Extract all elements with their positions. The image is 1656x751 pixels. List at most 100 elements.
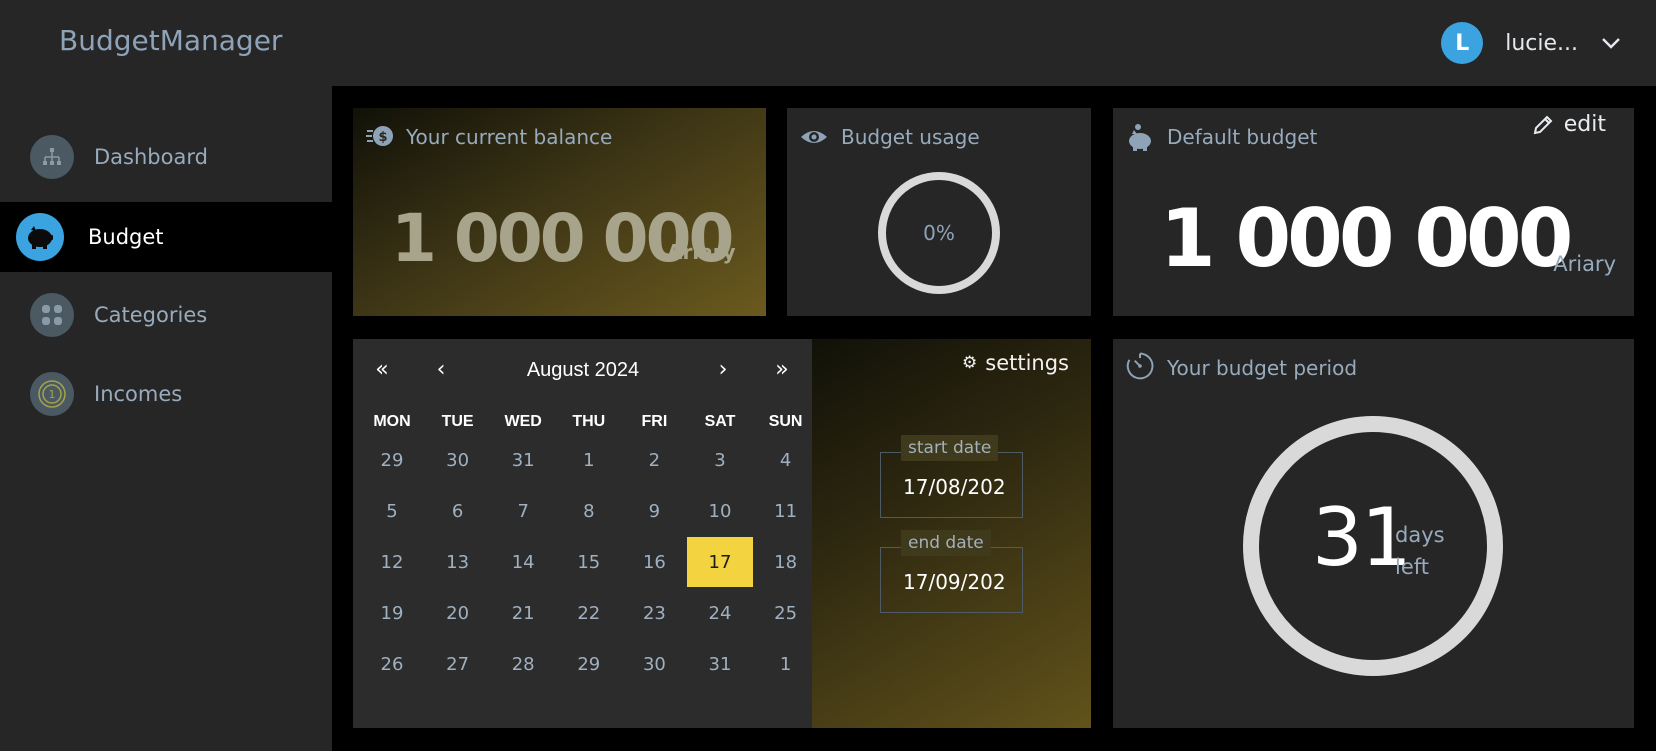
calendar-day[interactable]: 30 xyxy=(621,639,687,689)
default-budget-amount: 1 000 000 xyxy=(1160,192,1573,285)
calendar-day[interactable]: 13 xyxy=(425,537,491,587)
sidebar-item-categories[interactable]: Categories xyxy=(0,280,332,350)
settings-button[interactable]: ⚙ settings xyxy=(962,351,1069,375)
calendar-day[interactable]: 4 xyxy=(753,435,819,485)
usage-title: Budget usage xyxy=(841,125,980,149)
calendar-day[interactable]: 23 xyxy=(621,588,687,638)
calendar-day[interactable]: 8 xyxy=(556,486,622,536)
calendar-day[interactable]: 2 xyxy=(621,435,687,485)
calendar-day[interactable]: 6 xyxy=(425,486,491,536)
weekday-label: FRI xyxy=(641,413,668,430)
balance-title: Your current balance xyxy=(406,125,613,149)
start-date-field[interactable]: start date 17/08/202 xyxy=(880,435,1023,518)
date-range-panel: ⚙ settings start date 17/08/202 end date… xyxy=(812,339,1091,728)
edit-label: edit xyxy=(1563,112,1606,137)
chevron-down-icon[interactable] xyxy=(1600,32,1622,54)
calendar-day[interactable]: 26 xyxy=(359,639,425,689)
next-month-button[interactable]: › xyxy=(708,357,738,382)
sidebar-item-incomes[interactable]: 1 Incomes xyxy=(0,359,332,429)
calendar-day[interactable]: 30 xyxy=(425,435,491,485)
calendar-day-selected[interactable]: 17 xyxy=(687,537,753,587)
settings-label: settings xyxy=(985,351,1069,375)
calendar-day[interactable]: 9 xyxy=(621,486,687,536)
prev-year-button[interactable]: « xyxy=(367,357,397,382)
calendar-day[interactable]: 10 xyxy=(687,486,753,536)
budget-period-card: Your budget period 31 days left xyxy=(1113,339,1634,728)
edit-button[interactable]: edit xyxy=(1532,112,1606,137)
balance-card: $ Your current balance 1 000 000 Ariary xyxy=(353,108,766,316)
sidebar-item-label: Incomes xyxy=(94,382,183,406)
svg-text:$: $ xyxy=(378,130,387,145)
days-left-unit: days left xyxy=(1395,519,1445,583)
calendar-day[interactable]: 25 xyxy=(753,588,819,638)
calendar-month-title[interactable]: August 2024 xyxy=(473,359,693,382)
calendar-day[interactable]: 20 xyxy=(425,588,491,638)
calendar-header: « ‹ August 2024 › » xyxy=(353,353,812,393)
coin-icon: 1 xyxy=(30,372,74,416)
calendar-day[interactable]: 11 xyxy=(753,486,819,536)
sidebar: Dashboard Budget Categories 1 Incomes xyxy=(0,86,332,751)
calendar-day[interactable]: 28 xyxy=(490,639,556,689)
calendar: « ‹ August 2024 › » MON TUE WED THU FRI SAT SU… xyxy=(353,339,812,728)
top-bar: BudgetManager L lucie... xyxy=(0,0,1656,86)
svg-text:1: 1 xyxy=(49,388,56,401)
calendar-day[interactable]: 14 xyxy=(490,537,556,587)
calendar-day[interactable]: 12 xyxy=(359,537,425,587)
calendar-day[interactable]: 31 xyxy=(687,639,753,689)
sitemap-icon xyxy=(30,135,74,179)
usage-percent: 0% xyxy=(923,221,955,245)
calendar-day[interactable]: 1 xyxy=(556,435,622,485)
categories-icon xyxy=(30,293,74,337)
left-label: left xyxy=(1395,555,1430,579)
money-icon: $ xyxy=(366,126,393,146)
calendar-day[interactable]: 22 xyxy=(556,588,622,638)
default-budget-unit: Ariary xyxy=(1553,252,1616,276)
pencil-icon xyxy=(1533,115,1553,134)
sidebar-item-label: Budget xyxy=(88,225,164,249)
balance-unit: Ariary xyxy=(667,240,736,264)
calendar-day[interactable]: 5 xyxy=(359,486,425,536)
calendar-day[interactable]: 21 xyxy=(490,588,556,638)
calendar-day[interactable]: 3 xyxy=(687,435,753,485)
calendar-day[interactable]: 16 xyxy=(621,537,687,587)
calendar-day[interactable]: 15 xyxy=(556,537,622,587)
calendar-day[interactable]: 18 xyxy=(753,537,819,587)
weekday-label: WED xyxy=(504,413,542,430)
end-date-label: end date xyxy=(901,530,991,556)
calendar-day[interactable]: 1 xyxy=(753,639,819,689)
timer-icon xyxy=(1126,352,1154,380)
user-name[interactable]: lucie... xyxy=(1505,31,1578,56)
start-date-value[interactable]: 17/08/202 xyxy=(903,475,1006,499)
weekday-label: TUE xyxy=(441,413,474,430)
weekday-label: SAT xyxy=(704,413,736,430)
sidebar-item-dashboard[interactable]: Dashboard xyxy=(0,122,332,192)
sidebar-item-budget[interactable]: Budget xyxy=(0,202,332,272)
days-label: days xyxy=(1395,523,1445,547)
weekday-label: SUN xyxy=(768,413,803,430)
avatar[interactable]: L xyxy=(1441,22,1484,64)
weekday-label: THU xyxy=(572,413,606,430)
weekday-label: MON xyxy=(373,413,411,430)
calendar-day[interactable]: 27 xyxy=(425,639,491,689)
budget-usage-card: Budget usage 0% xyxy=(787,108,1091,316)
calendar-day[interactable]: 31 xyxy=(490,435,556,485)
sidebar-item-label: Dashboard xyxy=(94,145,208,169)
default-budget-title: Default budget xyxy=(1167,125,1318,149)
calendar-day[interactable]: 24 xyxy=(687,588,753,638)
piggy-bank-icon xyxy=(16,213,64,261)
end-date-field[interactable]: end date 17/09/202 xyxy=(880,530,1023,613)
calendar-day[interactable]: 7 xyxy=(490,486,556,536)
calendar-day[interactable]: 19 xyxy=(359,588,425,638)
calendar-day[interactable]: 29 xyxy=(359,435,425,485)
calendar-day[interactable]: 29 xyxy=(556,639,622,689)
user-menu[interactable]: L lucie... xyxy=(1441,22,1622,64)
eye-icon xyxy=(801,131,827,143)
balance-amount: 1 000 000 xyxy=(391,200,734,277)
default-budget-card: Default budget edit 1 000 000 Ariary xyxy=(1113,108,1634,316)
prev-month-button[interactable]: ‹ xyxy=(426,357,456,382)
gear-icon: ⚙ xyxy=(962,353,978,373)
sidebar-item-label: Categories xyxy=(94,303,208,327)
next-year-button[interactable]: » xyxy=(767,357,797,382)
piggy-bank-icon xyxy=(1129,124,1151,151)
end-date-value[interactable]: 17/09/202 xyxy=(903,570,1006,594)
